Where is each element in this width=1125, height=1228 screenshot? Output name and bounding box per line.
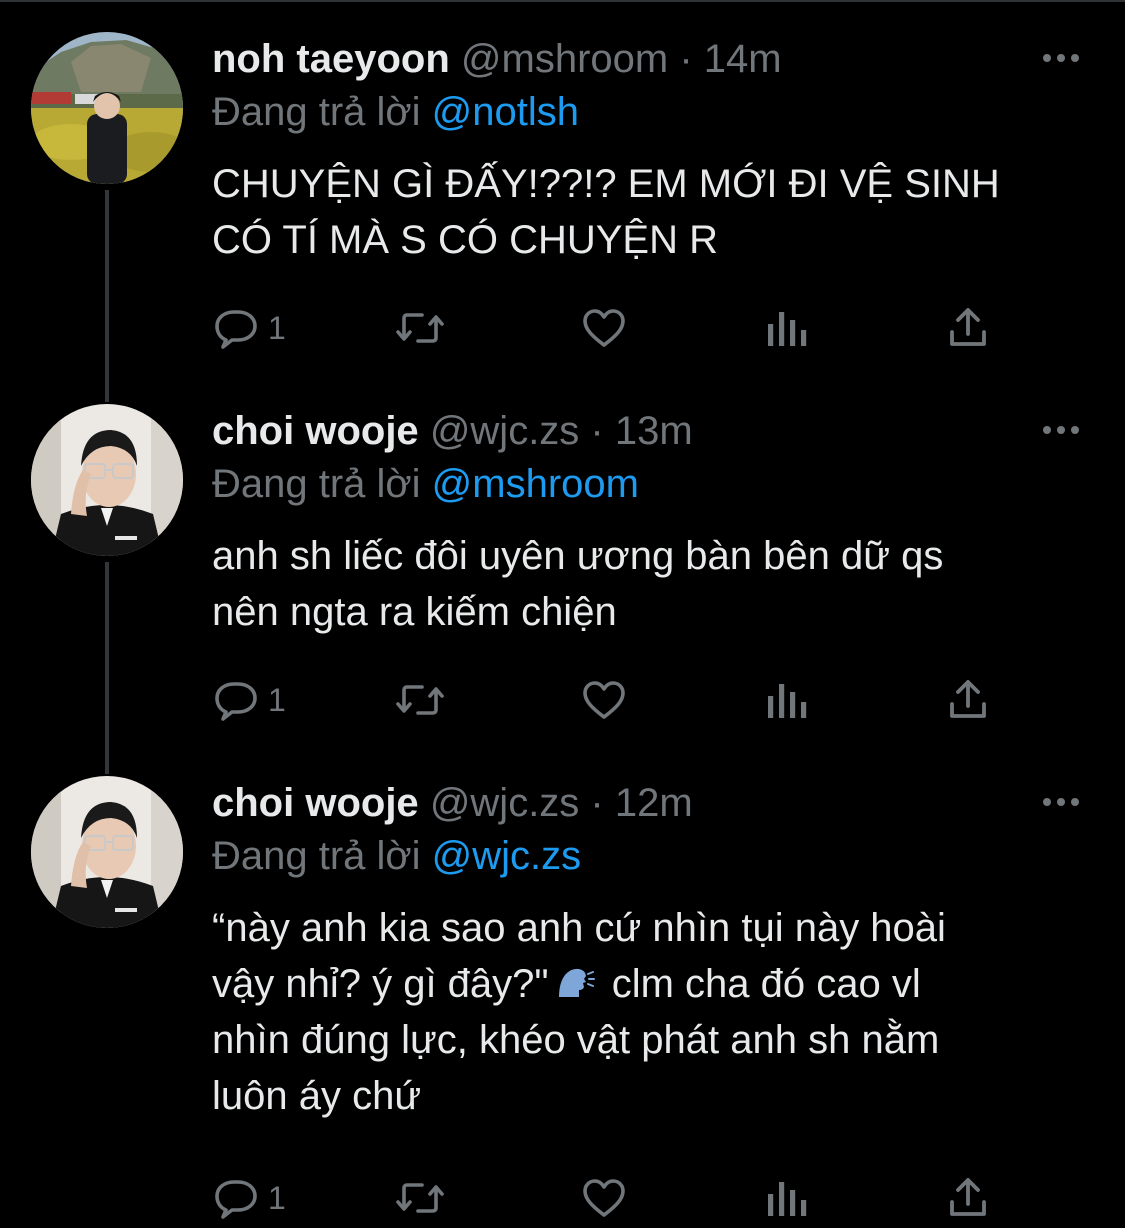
mention-link[interactable]: @wjc.zs <box>432 834 582 878</box>
timestamp[interactable]: 12m <box>615 781 693 825</box>
tweet-header: noh taeyoon @mshroom · 14m <box>212 36 782 82</box>
share-button[interactable] <box>944 1168 992 1228</box>
reply-count: 1 <box>268 1179 286 1216</box>
retweet-button[interactable] <box>394 670 446 730</box>
action-bar: 1 <box>212 298 1012 358</box>
like-button[interactable] <box>580 1168 628 1228</box>
replying-to: Đang trả lời @mshroom <box>212 460 639 508</box>
tweet[interactable]: choi wooje @wjc.zs · 13m Đang trả lời @m… <box>0 372 1125 744</box>
share-button[interactable] <box>944 670 992 730</box>
more-icon[interactable] <box>1040 46 1082 70</box>
like-icon <box>583 309 625 347</box>
analytics-icon <box>768 312 807 346</box>
reply-button[interactable]: 1 <box>212 298 286 358</box>
analytics-icon <box>768 1182 807 1216</box>
replying-to: Đang trả lời @notlsh <box>212 88 579 136</box>
timestamp[interactable]: 13m <box>615 409 693 453</box>
avatar[interactable] <box>31 32 183 184</box>
timestamp[interactable]: 14m <box>704 37 782 81</box>
display-name[interactable]: noh taeyoon <box>212 37 450 81</box>
replying-to-label: Đang trả lời <box>212 90 432 134</box>
like-icon <box>583 1179 625 1217</box>
avatar[interactable] <box>31 776 183 928</box>
handle-text: @mshroom <box>460 37 669 81</box>
retweet-button[interactable] <box>394 1168 446 1228</box>
share-icon <box>950 1178 986 1216</box>
analytics-button[interactable] <box>764 1168 808 1228</box>
reply-count: 1 <box>268 309 286 346</box>
like-button[interactable] <box>580 670 628 730</box>
retweet-button[interactable] <box>394 298 446 358</box>
retweet-icon <box>396 685 444 715</box>
tweet-header: choi wooje @wjc.zs · 12m <box>212 780 693 826</box>
replying-to: Đang trả lời @wjc.zs <box>212 832 581 880</box>
speaking-head-emoji <box>558 968 595 997</box>
share-button[interactable] <box>944 298 992 358</box>
retweet-icon <box>396 313 444 343</box>
handle[interactable]: @wjc.zs <box>430 781 580 825</box>
mention-link[interactable]: @mshroom <box>432 462 639 506</box>
reply-icon <box>215 310 257 349</box>
analytics-icon <box>768 684 807 718</box>
handle-text: @wjc.zs <box>429 409 580 453</box>
tweet-header: choi wooje @wjc.zs · 13m <box>212 408 693 454</box>
analytics-button[interactable] <box>764 298 808 358</box>
retweet-icon <box>396 1183 444 1213</box>
like-button[interactable] <box>580 298 628 358</box>
reply-icon <box>215 682 257 721</box>
handle[interactable]: @wjc.zs <box>430 409 580 453</box>
tweet-text: “này anh kia sao anh cứ nhìn tụi này hoà… <box>212 900 1092 1124</box>
reply-button[interactable]: 1 <box>212 1168 286 1228</box>
like-icon <box>583 681 625 719</box>
action-bar: 1 <box>212 670 1012 730</box>
tweet-text: CHUYỆN GÌ ĐẤY!??!? EM MỚI ĐI VỆ SINH CÓ … <box>212 162 1000 262</box>
handle[interactable]: @mshroom <box>461 37 668 81</box>
replying-to-label: Đang trả lời <box>212 462 432 506</box>
separator: · <box>579 409 615 453</box>
separator: · <box>668 37 704 81</box>
handle-text: @wjc.zs <box>429 781 580 825</box>
more-icon[interactable] <box>1040 790 1082 814</box>
more-icon[interactable] <box>1040 418 1082 442</box>
display-name[interactable]: choi wooje <box>212 781 419 825</box>
share-icon <box>950 680 986 718</box>
tweet-text: anh sh liếc đôi uyên ương bàn bên dữ qs … <box>212 534 944 634</box>
display-name[interactable]: choi wooje <box>212 409 419 453</box>
reply-icon <box>215 1180 257 1219</box>
reply-count: 1 <box>268 681 286 718</box>
tweet[interactable]: noh taeyoon @mshroom · 14m Đang trả lời … <box>0 0 1125 372</box>
tweet[interactable]: choi wooje @wjc.zs · 12m Đang trả lời @w… <box>0 744 1125 1226</box>
mention-link[interactable]: @notlsh <box>432 90 579 134</box>
action-bar: 1 <box>212 1168 1012 1228</box>
avatar[interactable] <box>31 404 183 556</box>
separator: · <box>579 781 615 825</box>
reply-button[interactable]: 1 <box>212 670 286 730</box>
replying-to-label: Đang trả lời <box>212 834 432 878</box>
analytics-button[interactable] <box>764 670 808 730</box>
share-icon <box>950 308 986 346</box>
